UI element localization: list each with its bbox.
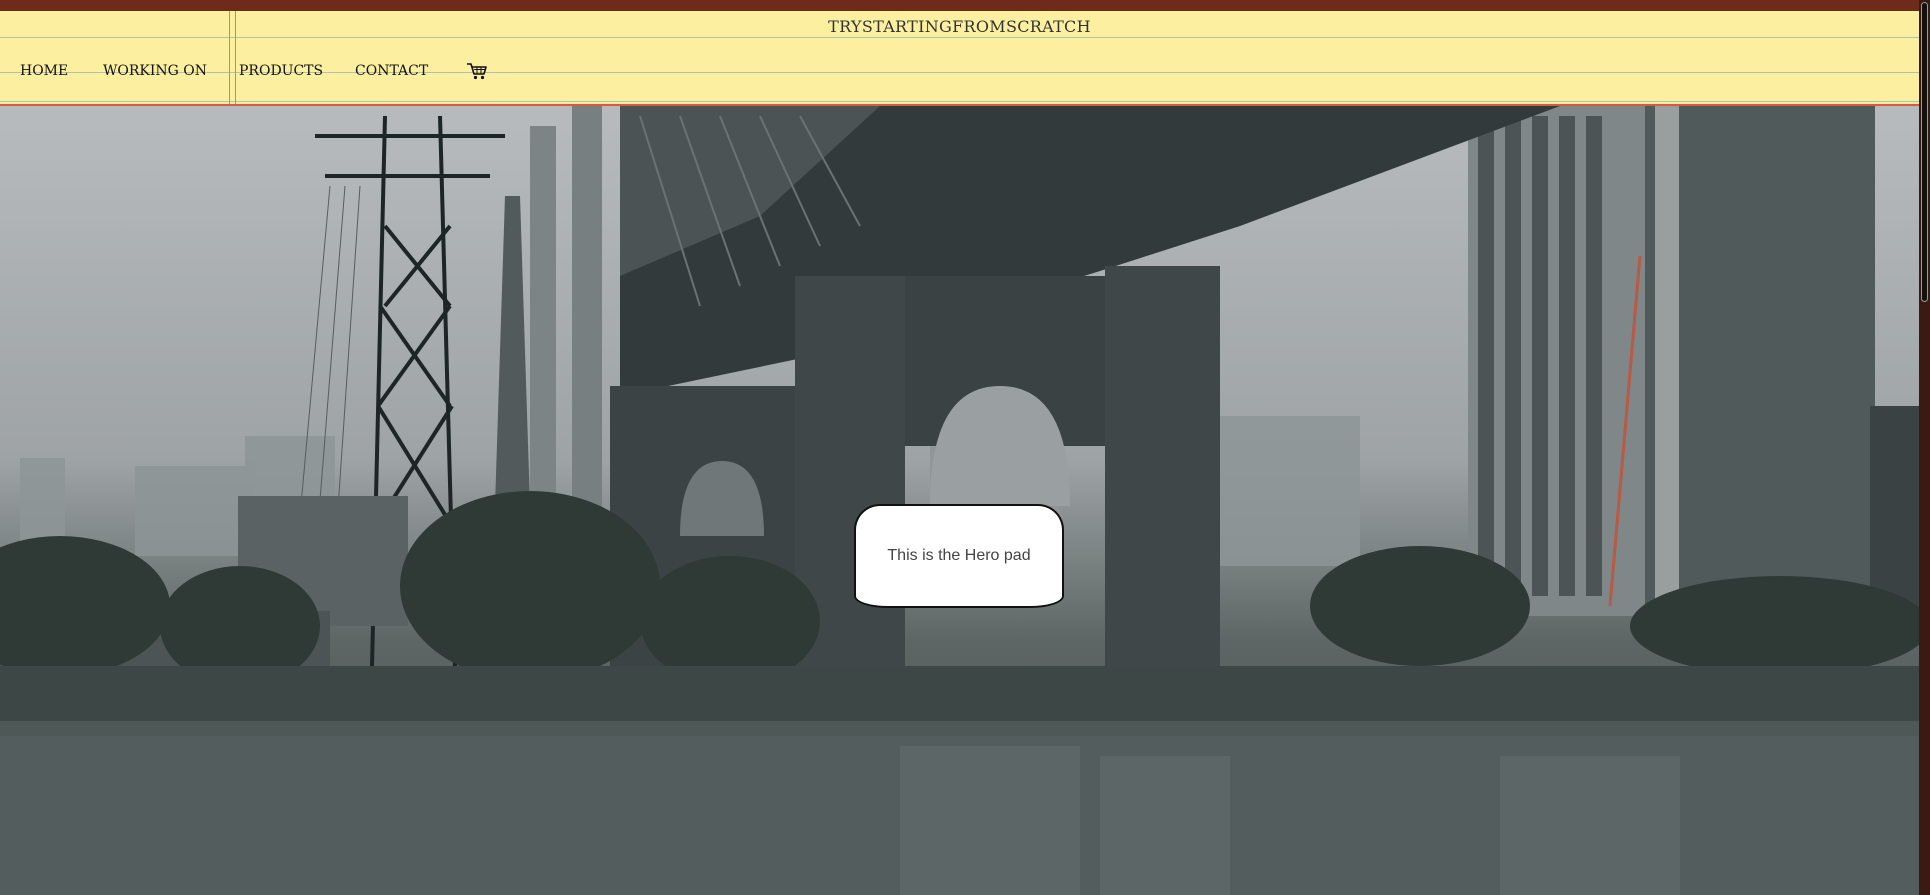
site-title[interactable]: TRYSTARTINGFROMSCRATCH — [0, 17, 1919, 36]
shopping-cart-icon[interactable] — [466, 61, 488, 81]
hero-background-image — [0, 106, 1919, 895]
nav-item-contact[interactable]: CONTACT — [355, 63, 428, 79]
hero-pad-text: This is the Hero pad — [887, 547, 1031, 564]
nav-item-products[interactable]: PRODUCTS — [239, 63, 323, 79]
top-bar — [0, 0, 1919, 11]
hero-section: This is the Hero pad — [0, 106, 1919, 895]
site-header: TRYSTARTINGFROMSCRATCH HOME WORKING ON P… — [0, 11, 1919, 106]
notepad-rule — [0, 101, 1919, 102]
hero-pad: This is the Hero pad — [854, 504, 1064, 608]
nav-item-home[interactable]: HOME — [20, 63, 68, 79]
nav-item-working-on[interactable]: WORKING ON — [103, 63, 207, 79]
scrollbar-thumb[interactable] — [1921, 2, 1928, 302]
notepad-rule — [0, 37, 1919, 38]
